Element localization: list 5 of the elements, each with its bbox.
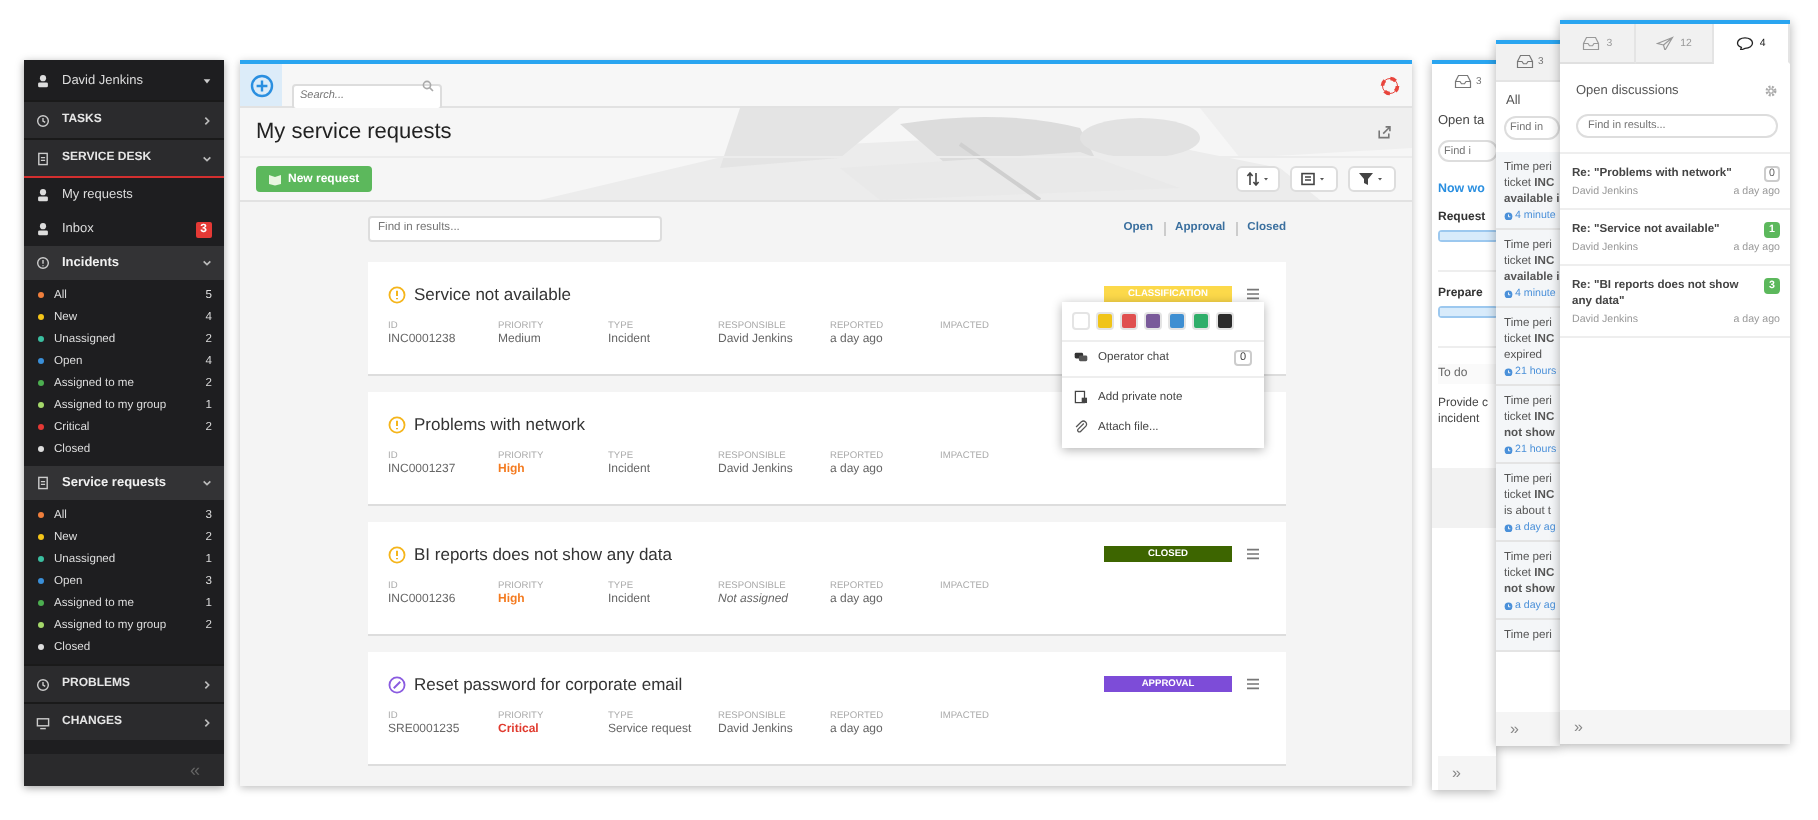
ticket-title: Problems with network	[414, 414, 586, 434]
ticket-title: Service not available	[414, 284, 571, 304]
page-title: My service requests	[256, 120, 452, 144]
ticket-title: Reset password for corporate email	[414, 674, 683, 694]
ticket-title: BI reports does not show any data	[414, 544, 672, 564]
